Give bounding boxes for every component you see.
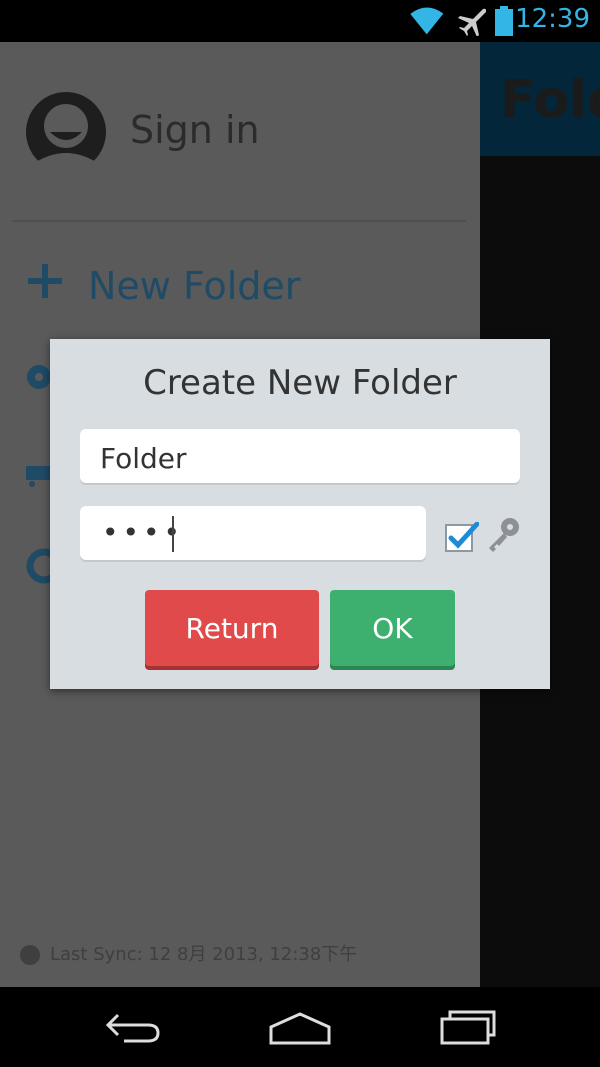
avatar-icon[interactable] [26, 92, 106, 172]
password-input[interactable]: •••• [80, 506, 426, 560]
sync-status-icon [20, 945, 40, 965]
folder-name-value: Folder [100, 442, 187, 475]
dialog-title: Create New Folder [143, 363, 457, 403]
flower-icon[interactable] [26, 360, 52, 394]
sign-in-label[interactable]: Sign in [130, 108, 260, 152]
ok-button[interactable]: OK [330, 590, 455, 666]
cart-icon[interactable] [26, 462, 52, 488]
key-icon[interactable] [486, 517, 520, 553]
new-folder-item[interactable]: New Folder [88, 264, 300, 308]
divider [12, 220, 466, 222]
return-button[interactable]: Return [145, 590, 319, 666]
last-sync: Last Sync: 12 8月 2013, 12:38下午 [20, 940, 357, 966]
text-cursor [172, 516, 174, 552]
wifi-icon [410, 7, 444, 35]
status-bar: 12:39 [0, 0, 600, 42]
home-icon[interactable] [268, 1007, 332, 1047]
status-time: 12:39 [515, 4, 590, 34]
background-app-header: Fold [480, 42, 600, 156]
last-sync-text: Last Sync: 12 8月 2013, 12:38下午 [50, 944, 358, 965]
password-checkbox[interactable] [445, 522, 479, 552]
recents-icon[interactable] [438, 1007, 498, 1047]
navigation-bar [0, 987, 600, 1067]
battery-icon [495, 6, 513, 36]
create-folder-dialog: Create New Folder Folder •••• Return OK [50, 339, 550, 689]
plus-icon[interactable] [28, 264, 62, 298]
background-app-title: Fold [500, 70, 600, 130]
lifebuoy-icon[interactable] [26, 548, 52, 584]
airplane-icon [458, 8, 486, 36]
folder-name-input[interactable]: Folder [80, 429, 520, 483]
back-icon[interactable] [104, 1007, 162, 1047]
